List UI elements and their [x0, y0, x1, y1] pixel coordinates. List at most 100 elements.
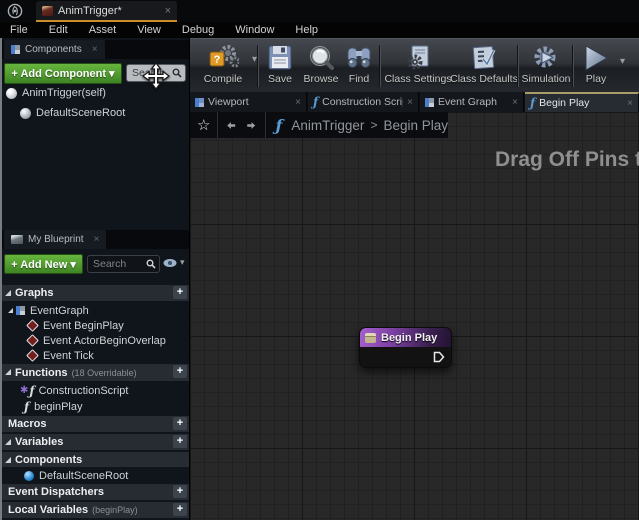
blueprint-asset-icon	[42, 6, 53, 16]
search-icon	[146, 259, 156, 269]
actor-sphere-icon	[6, 88, 17, 99]
compile-button[interactable]: ? Compile	[196, 42, 250, 90]
my-blueprint-tab-strip: My Blueprint ×	[2, 230, 189, 249]
blueprint-graph-canvas[interactable]: ☆ ƒ AnimTrigger > Begin Play Drag Off Pi…	[190, 112, 639, 520]
component-item-scene-root[interactable]: DefaultSceneRoot	[2, 104, 189, 122]
breadcrumb-root[interactable]: AnimTrigger	[291, 118, 364, 133]
my-blueprint-tab-icon	[11, 235, 23, 244]
simulation-button[interactable]: Simulation	[520, 42, 572, 90]
add-graph-button[interactable]: +	[173, 286, 187, 299]
exec-output-pin[interactable]	[433, 351, 445, 363]
menubar: File Edit Asset View Debug Window Help	[0, 22, 639, 38]
menu-window[interactable]: Window	[235, 24, 274, 36]
back-arrow-icon[interactable]	[226, 119, 236, 132]
add-macro-button[interactable]: +	[173, 417, 187, 430]
tree-item-event-tick[interactable]: Event Tick	[2, 348, 189, 363]
toolbar-separator	[257, 45, 258, 87]
forward-arrow-icon[interactable]	[246, 119, 256, 132]
tree-item-defaultsceneroot[interactable]: DefaultSceneRoot	[2, 468, 189, 483]
my-blueprint-tab-close-icon[interactable]: ×	[94, 234, 100, 245]
find-icon	[344, 45, 374, 71]
event-actorbeginoverlap-label: Event ActorBeginOverlap	[43, 335, 166, 347]
menu-asset[interactable]: Asset	[89, 24, 117, 36]
event-graph-tab-label: Event Graph	[438, 96, 508, 108]
tree-item-eventgraph[interactable]: EventGraph	[2, 303, 189, 318]
components-category-label: Components	[15, 454, 82, 466]
tree-item-constructionscript[interactable]: ✱ ƒ ConstructionScript	[2, 383, 189, 398]
event-icon	[365, 333, 376, 343]
simulation-label: Simulation	[521, 73, 570, 85]
class-settings-button[interactable]: Class Settings	[382, 42, 454, 90]
tab-construction-script[interactable]: ƒ Construction Scrip ×	[308, 92, 419, 112]
close-icon[interactable]: ×	[295, 97, 301, 108]
viewport-icon	[195, 98, 204, 107]
find-button[interactable]: Find	[340, 42, 378, 90]
asset-tab-close-icon[interactable]: ×	[165, 5, 171, 17]
menu-view[interactable]: View	[137, 24, 161, 36]
tree-item-event-beginplay[interactable]: Event BeginPlay	[2, 318, 189, 333]
close-icon[interactable]: ×	[407, 97, 413, 108]
play-dropdown-caret[interactable]: ▾	[620, 56, 625, 67]
tab-begin-play[interactable]: ƒ Begin Play ×	[525, 92, 639, 112]
tab-event-graph[interactable]: Event Graph ×	[420, 92, 524, 112]
visibility-filter-button[interactable]: ▾	[163, 257, 185, 268]
menu-file[interactable]: File	[10, 24, 28, 36]
toolbar-separator	[517, 45, 518, 87]
section-functions[interactable]: Functions (18 Overridable) +	[2, 364, 189, 381]
class-defaults-button[interactable]: Class Defaults	[446, 42, 522, 90]
add-new-label: + Add New ▾	[11, 258, 76, 271]
save-button[interactable]: Save	[260, 42, 300, 90]
asset-tab-animtrigger[interactable]: AnimTrigger* ×	[36, 1, 177, 22]
begin-play-node[interactable]: Begin Play	[359, 327, 452, 368]
class-settings-icon	[404, 44, 432, 72]
play-label: Play	[586, 73, 606, 85]
add-component-button[interactable]: + Add Component ▾	[4, 63, 122, 84]
section-macros[interactable]: Macros +	[2, 416, 189, 432]
section-components-category[interactable]: Components	[2, 452, 189, 467]
begin-play-tab-label: Begin Play	[539, 97, 623, 109]
menu-debug[interactable]: Debug	[182, 24, 214, 36]
components-tab-icon	[11, 45, 20, 54]
construction-tab-label: Construction Scrip	[322, 96, 403, 108]
play-button[interactable]: Play	[575, 42, 617, 90]
tab-viewport[interactable]: Viewport ×	[190, 92, 307, 112]
tree-item-beginplay-function[interactable]: ƒ beginPlay	[2, 399, 189, 414]
add-local-variable-button[interactable]: +	[173, 503, 187, 516]
beginplay-function-label: beginPlay	[34, 401, 82, 413]
graph-tabbar: Viewport × ƒ Construction Scrip × Event …	[190, 92, 639, 112]
close-icon[interactable]: ×	[512, 97, 518, 108]
add-function-button[interactable]: +	[173, 365, 187, 378]
tab-components[interactable]: Components ×	[4, 40, 105, 59]
close-icon[interactable]: ×	[627, 98, 633, 109]
my-blueprint-search-input[interactable]	[91, 257, 146, 271]
components-tab-strip: Components ×	[2, 40, 189, 59]
tab-my-blueprint[interactable]: My Blueprint ×	[4, 230, 106, 249]
variables-header-label: Variables	[15, 436, 63, 448]
tree-item-event-actorbeginoverlap[interactable]: Event ActorBeginOverlap	[2, 333, 189, 348]
add-variable-button[interactable]: +	[173, 435, 187, 448]
components-tab-close-icon[interactable]: ×	[92, 44, 98, 55]
my-blueprint-search-box[interactable]	[87, 255, 160, 273]
menu-help[interactable]: Help	[295, 24, 318, 36]
event-graph-icon	[425, 98, 434, 107]
add-new-button[interactable]: + Add New ▾	[4, 254, 83, 274]
browse-button[interactable]: Browse	[298, 42, 344, 90]
add-dispatcher-button[interactable]: +	[173, 485, 187, 498]
event-node-icon	[26, 334, 39, 347]
section-variables[interactable]: Variables +	[2, 434, 189, 450]
component-self-label: AnimTrigger(self)	[22, 87, 106, 99]
defaultsceneroot-label: DefaultSceneRoot	[39, 470, 128, 482]
graph-hint-watermark: Drag Off Pins t	[495, 148, 639, 172]
class-defaults-icon	[470, 44, 498, 72]
toolbar-separator	[572, 45, 573, 87]
save-label: Save	[268, 73, 292, 85]
collapse-arrow-icon	[5, 439, 11, 445]
menu-edit[interactable]: Edit	[49, 24, 68, 36]
bookmark-star-icon[interactable]: ☆	[197, 116, 210, 134]
section-local-variables[interactable]: Local Variables (beginPlay) +	[2, 502, 189, 518]
event-node-icon	[26, 319, 39, 332]
add-component-label: + Add Component ▾	[11, 67, 114, 80]
components-tab-label: Components	[25, 44, 82, 55]
section-graphs[interactable]: Graphs +	[2, 285, 189, 301]
section-event-dispatchers[interactable]: Event Dispatchers +	[2, 484, 189, 500]
